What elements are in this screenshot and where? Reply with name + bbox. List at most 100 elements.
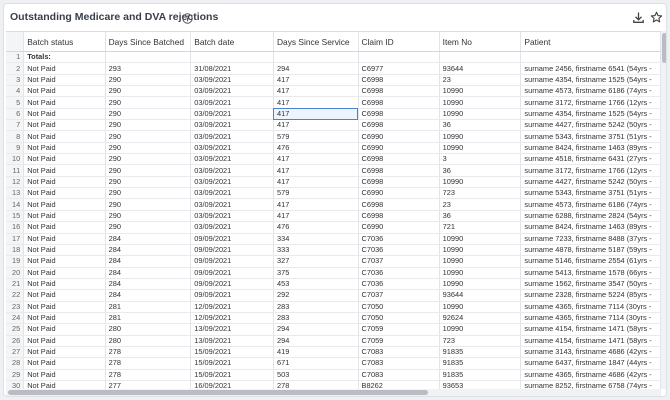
table-cell[interactable]: 417 <box>273 210 359 223</box>
table-cell[interactable]: 278 <box>105 369 192 381</box>
table-cell[interactable]: 10990 <box>439 255 522 268</box>
table-cell[interactable]: 327 <box>273 255 359 268</box>
table-row[interactable]: 27 Not Paid 278 15/09/2021 419 C7083 91835 surn… <box>6 346 661 359</box>
table-cell[interactable]: 10990 <box>439 278 522 291</box>
table-cell[interactable]: 10990 <box>439 142 522 155</box>
table-cell[interactable]: Not Paid <box>23 233 106 245</box>
table-cell[interactable]: 723 <box>439 335 522 347</box>
table-row[interactable]: 21 Not Paid 284 09/09/2021 453 C7036 10990 surn… <box>6 278 661 291</box>
download-icon[interactable] <box>632 11 645 24</box>
table-row[interactable]: 17 Not Paid 284 09/09/2021 334 C7036 10990 surn… <box>6 233 661 245</box>
table-cell[interactable]: surname 5343, firstname 3751 (51yrs - <box>520 130 661 143</box>
table-cell[interactable]: Not Paid <box>23 74 106 87</box>
table-cell[interactable]: Not Paid <box>23 198 106 211</box>
table-cell[interactable]: 03/09/2021 <box>190 108 274 121</box>
table-cell[interactable]: C7037 <box>358 289 440 302</box>
table-cell[interactable]: surname 4427, firstname 5242 (50yrs - <box>520 176 661 189</box>
table-cell[interactable]: surname 4354, firstname 1525 (54yrs - <box>520 74 661 87</box>
table-cell[interactable]: 10990 <box>439 85 522 98</box>
table-cell[interactable]: 290 <box>105 130 192 143</box>
table-cell[interactable]: C7036 <box>358 278 440 291</box>
table-cell[interactable]: 10990 <box>439 108 522 121</box>
table-cell[interactable]: surname 2456, firstname 6541 (54yrs - <box>520 62 661 75</box>
table-cell[interactable]: 36 <box>439 164 522 177</box>
table-cell[interactable]: 09/09/2021 <box>190 244 274 257</box>
table-cell[interactable]: 579 <box>273 130 359 143</box>
column-header[interactable]: Item No <box>439 32 522 52</box>
table-row[interactable]: 2 Not Paid 293 31/08/2021 294 C6977 93644 surna… <box>6 62 661 75</box>
table-cell[interactable]: Not Paid <box>23 267 106 279</box>
table-row[interactable]: 5 Not Paid 290 03/09/2021 417 C6998 10990 surna… <box>6 96 661 109</box>
table-cell[interactable]: 419 <box>273 346 359 359</box>
table-cell[interactable]: surname 4427, firstname 5242 (50yrs - <box>520 119 661 132</box>
table-cell[interactable]: 284 <box>105 244 192 257</box>
table-cell[interactable]: C6998 <box>358 198 440 211</box>
table-row[interactable]: 20 Not Paid 284 09/09/2021 375 C7036 10990 surn… <box>6 267 661 279</box>
table-cell[interactable]: surname 5146, firstname 2554 (61yrs - <box>520 255 661 268</box>
table-cell[interactable]: 10990 <box>439 323 522 336</box>
table-cell[interactable]: 3 <box>439 153 522 166</box>
table-cell[interactable]: 290 <box>105 164 192 177</box>
table-cell[interactable]: C6998 <box>358 74 440 87</box>
table-cell[interactable]: 03/09/2021 <box>190 176 274 189</box>
table-cell[interactable]: surname 7233, firstname 8488 (37yrs - <box>520 233 661 245</box>
table-cell[interactable]: 417 <box>273 164 359 177</box>
table-cell[interactable]: 476 <box>273 142 359 155</box>
table-row[interactable]: 15 Not Paid 290 03/09/2021 417 C6998 36 surname… <box>6 210 661 223</box>
table-row[interactable]: 22 Not Paid 284 09/09/2021 292 C7037 93644 surn… <box>6 289 661 302</box>
table-cell[interactable]: 290 <box>105 153 192 166</box>
table-cell[interactable]: Not Paid <box>23 187 106 200</box>
column-header[interactable]: Claim ID <box>358 32 440 52</box>
table-cell[interactable]: C6977 <box>358 62 440 75</box>
column-header[interactable]: Batch status <box>23 32 106 52</box>
table-cell[interactable]: 03/09/2021 <box>190 198 274 211</box>
table-row[interactable]: 13 Not Paid 290 03/09/2021 579 C6990 723 surnam… <box>6 187 661 200</box>
table-cell[interactable]: 417 <box>273 176 359 189</box>
table-cell[interactable]: surname 8424, firstname 1463 (89yrs - <box>520 221 661 234</box>
table-cell[interactable]: Not Paid <box>23 142 106 155</box>
table-cell[interactable]: 284 <box>105 255 192 268</box>
table-cell[interactable]: 284 <box>105 289 192 302</box>
table-cell[interactable]: 31/08/2021 <box>190 62 274 75</box>
table-cell[interactable]: Not Paid <box>23 312 106 325</box>
table-cell[interactable]: surname 4573, firstname 6186 (74yrs - <box>520 85 661 98</box>
table-cell[interactable]: surname 4878, firstname 5187 (59yrs - <box>520 244 661 257</box>
table-cell[interactable]: Not Paid <box>23 176 106 189</box>
table-cell[interactable]: C6998 <box>358 119 440 132</box>
table-cell[interactable]: 03/09/2021 <box>190 96 274 109</box>
table-row[interactable]: 24 Not Paid 281 12/09/2021 283 C7050 92624 surn… <box>6 312 661 325</box>
table-cell[interactable]: C7036 <box>358 233 440 245</box>
table-cell[interactable]: Not Paid <box>23 278 106 291</box>
table-cell[interactable]: 417 <box>273 85 359 98</box>
table-cell[interactable]: C6998 <box>358 85 440 98</box>
table-cell[interactable]: 09/09/2021 <box>190 255 274 268</box>
table-cell[interactable]: 333 <box>273 244 359 257</box>
table-row[interactable]: 29 Not Paid 278 15/09/2021 503 C7083 91835 surn… <box>6 369 661 381</box>
table-cell[interactable]: Not Paid <box>23 164 106 177</box>
table-cell[interactable]: C6990 <box>358 142 440 155</box>
table-cell[interactable]: surname 6288, firstname 2824 (54yrs - <box>520 210 661 223</box>
table-cell[interactable]: 292 <box>273 289 359 302</box>
table-row[interactable]: 26 Not Paid 280 13/09/2021 294 C7059 723 surnam… <box>6 335 661 347</box>
table-row[interactable]: 10 Not Paid 290 03/09/2021 417 C6998 3 surname … <box>6 153 661 166</box>
table-cell[interactable]: Not Paid <box>23 255 106 268</box>
table-cell[interactable]: 284 <box>105 233 192 245</box>
table-cell[interactable]: surname 4573, firstname 6186 (74yrs - <box>520 198 661 211</box>
table-cell[interactable]: 10990 <box>439 96 522 109</box>
table-cell[interactable]: 03/09/2021 <box>190 221 274 234</box>
column-header[interactable]: Days Since Service <box>273 32 359 52</box>
table-cell[interactable]: 03/09/2021 <box>190 142 274 155</box>
table-cell[interactable]: C7083 <box>358 369 440 381</box>
table-row[interactable]: 4 Not Paid 290 03/09/2021 417 C6998 10990 surna… <box>6 85 661 98</box>
table-cell[interactable]: surname 4365, firstname 7114 (30yrs - <box>520 312 661 325</box>
table-cell[interactable]: 453 <box>273 278 359 291</box>
column-header[interactable]: Batch date <box>190 32 274 52</box>
table-cell[interactable]: 10990 <box>439 233 522 245</box>
table-cell[interactable]: 36 <box>439 210 522 223</box>
table-cell[interactable]: 290 <box>105 119 192 132</box>
table-cell[interactable]: C6998 <box>358 153 440 166</box>
table-cell[interactable]: 91835 <box>439 357 522 370</box>
table-cell[interactable]: C7083 <box>358 346 440 359</box>
table-cell[interactable]: 417 <box>273 119 359 132</box>
table-cell[interactable]: 671 <box>273 357 359 370</box>
